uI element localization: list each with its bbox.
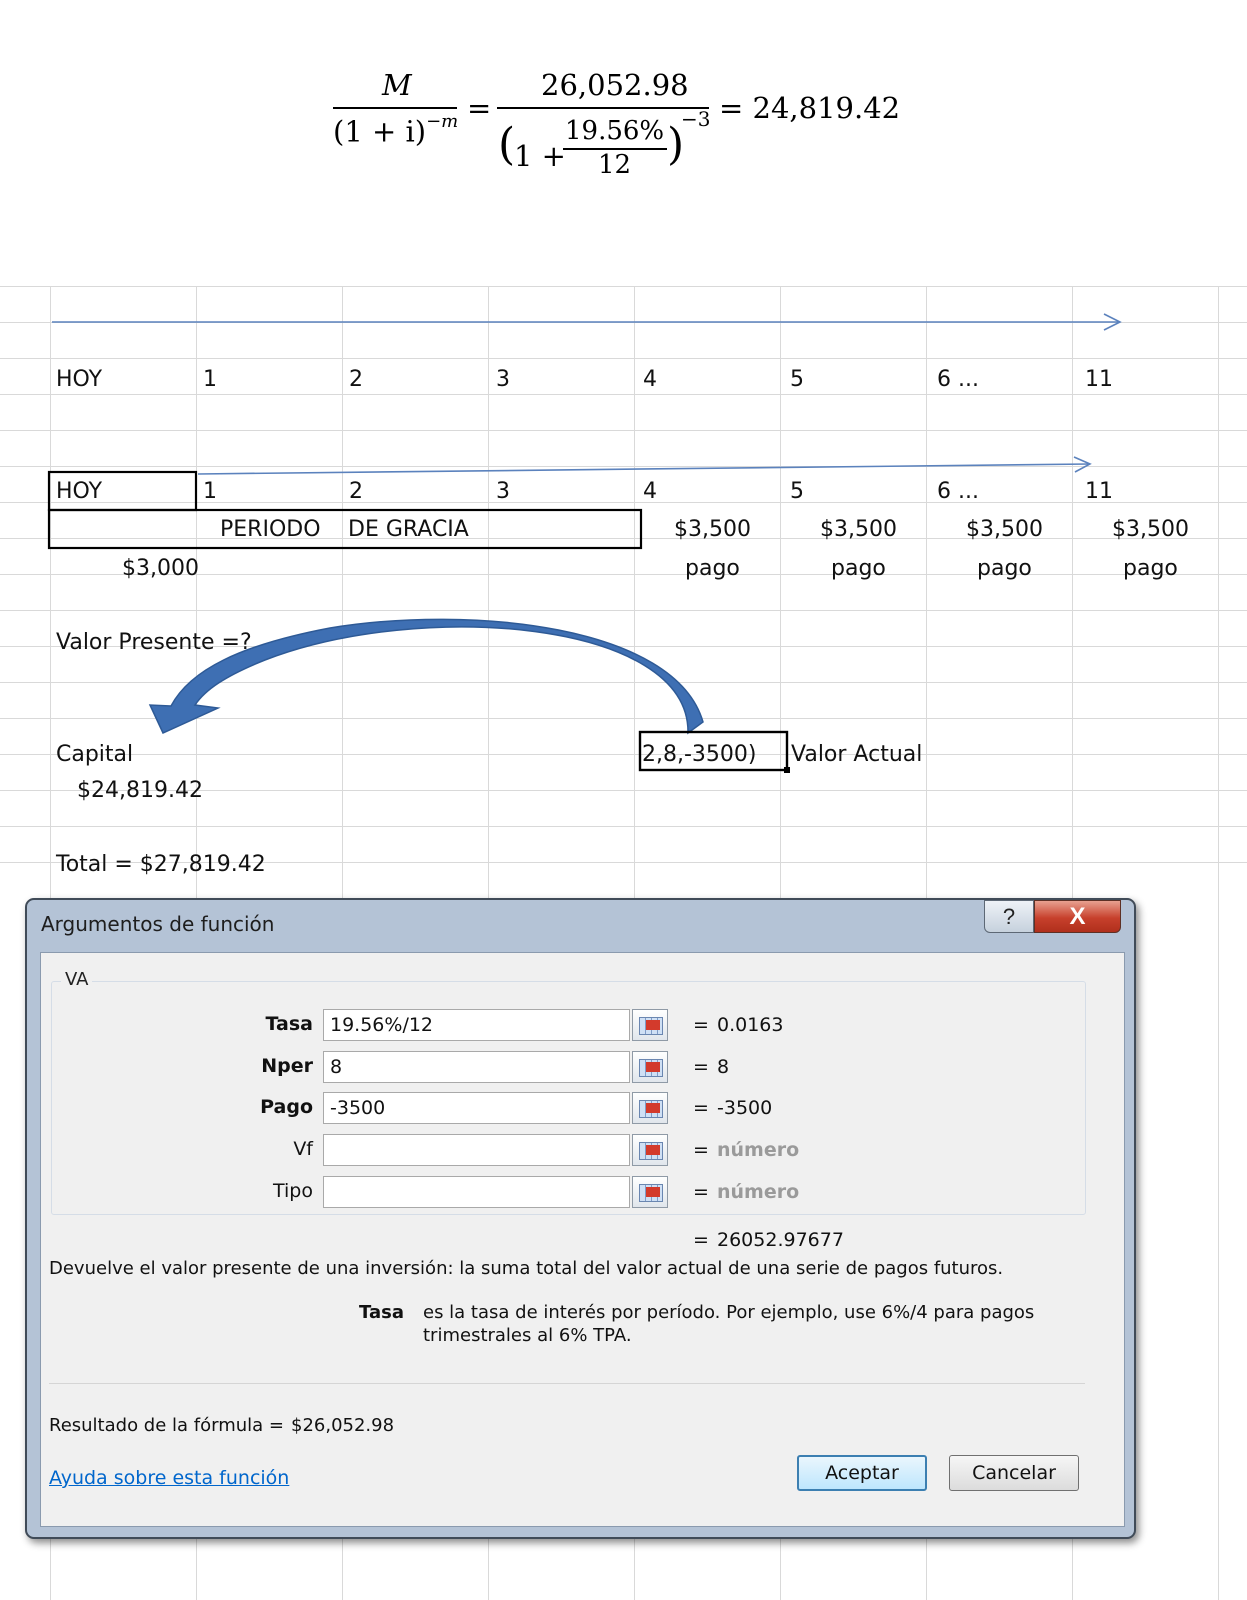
payment-label: pago <box>977 556 1032 581</box>
function-description: Devuelve el valor presente de una invers… <box>49 1258 1004 1279</box>
timeline1-label: 11 <box>1085 367 1113 392</box>
payment-label: pago <box>685 556 740 581</box>
help-icon: ? <box>1002 904 1016 929</box>
timeline1-label: 6 ... <box>937 367 979 392</box>
timeline1-label: HOY <box>56 367 103 392</box>
arg-label-tasa: Tasa <box>265 1013 313 1035</box>
dialog-title: Argumentos de función <box>41 912 275 936</box>
timeline1-label: 4 <box>643 367 657 392</box>
arg-result-nper: 8 <box>717 1056 730 1078</box>
timeline2-label: 11 <box>1085 479 1113 504</box>
arg-input-tasa[interactable]: 19.56%/12 <box>323 1009 630 1041</box>
collapse-dialog-button[interactable] <box>632 1134 668 1166</box>
timeline2-label: HOY <box>56 479 103 504</box>
arg-input-vf[interactable] <box>323 1134 630 1166</box>
ok-button[interactable]: Aceptar <box>797 1455 927 1491</box>
collapse-dialog-button[interactable] <box>632 1176 668 1208</box>
cancel-button[interactable]: Cancelar <box>949 1455 1079 1491</box>
arg-help-text: es la tasa de interés por período. Por e… <box>423 1302 1035 1323</box>
formula-result-value: $26,052.98 <box>291 1415 395 1436</box>
arg-label-vf: Vf <box>293 1138 313 1160</box>
timeline1-label: 2 <box>349 367 363 392</box>
arg-result-pago: -3500 <box>717 1097 773 1119</box>
timeline1-label: 1 <box>203 367 217 392</box>
payment-amount: $3,500 <box>674 517 751 542</box>
arg-input-nper[interactable]: 8 <box>323 1051 630 1083</box>
collapse-dialog-button[interactable] <box>632 1051 668 1083</box>
payment-amount: $3,500 <box>966 517 1043 542</box>
payment-label: pago <box>1123 556 1178 581</box>
collapse-dialog-button[interactable] <box>632 1009 668 1041</box>
grace-period-border <box>47 508 643 550</box>
capital-label: Capital <box>56 742 134 767</box>
close-button[interactable]: X <box>1034 900 1121 933</box>
valor-actual-label: Valor Actual <box>791 742 923 767</box>
timeline1-label: 5 <box>790 367 804 392</box>
dialog-body: VA Tasa 19.56%/12 = 0.0163 Nper 8 = 8 Pa… <box>40 952 1125 1527</box>
timeline2-label: 2 <box>349 479 363 504</box>
payment-amount: $3,500 <box>820 517 897 542</box>
timeline2-label: 3 <box>496 479 510 504</box>
collapse-dialog-button[interactable] <box>632 1092 668 1124</box>
equals-sign: = <box>693 1014 709 1036</box>
arg-result-vf: número <box>717 1139 800 1161</box>
timeline2-label: 4 <box>643 479 657 504</box>
close-icon: X <box>1069 903 1086 930</box>
payment-label: pago <box>831 556 886 581</box>
arg-result-tasa: 0.0163 <box>717 1014 784 1036</box>
timeline1-label: 3 <box>496 367 510 392</box>
valor-presente-label: Valor Presente =? <box>56 630 252 655</box>
divider <box>49 1383 1085 1384</box>
timeline2-label: 6 ... <box>937 479 979 504</box>
arg-input-pago[interactable]: -3500 <box>323 1092 630 1124</box>
timeline2-label: 5 <box>790 479 804 504</box>
equals-sign: = <box>693 1056 709 1078</box>
grace-period-label: PERIODO <box>220 517 321 542</box>
arg-label-nper: Nper <box>261 1055 313 1077</box>
equals-sign: = <box>693 1181 709 1203</box>
payment-amount: $3,500 <box>1112 517 1189 542</box>
function-name-label: VA <box>61 969 93 990</box>
capital-value: $24,819.42 <box>77 778 203 803</box>
formula-result-label: Resultado de la fórmula = <box>49 1415 284 1436</box>
arg-help-name: Tasa <box>359 1302 404 1323</box>
grace-period-label-2: DE GRACIA <box>348 517 469 542</box>
timeline-arrow-2[interactable] <box>197 456 1092 475</box>
help-link[interactable]: Ayuda sobre esta función <box>49 1467 289 1489</box>
arg-label-pago: Pago <box>260 1096 313 1118</box>
timeline-arrow-1[interactable] <box>52 313 1122 331</box>
help-button[interactable]: ? <box>984 900 1034 933</box>
function-result: 26052.97677 <box>717 1229 844 1251</box>
total-label: Total = $27,819.42 <box>56 852 266 877</box>
initial-amount: $3,000 <box>122 556 199 581</box>
function-arguments-dialog: Argumentos de función ? X VA Tasa 19.56%… <box>25 898 1136 1539</box>
formula-cell[interactable]: 2,8,-3500) <box>642 742 757 768</box>
arg-help-text-2: trimestrales al 6% TPA. <box>423 1325 632 1346</box>
equals-sign: = <box>693 1229 709 1251</box>
timeline2-label: 1 <box>203 479 217 504</box>
arg-input-tipo[interactable] <box>323 1176 630 1208</box>
arg-label-tipo: Tipo <box>273 1180 313 1202</box>
arg-result-tipo: número <box>717 1181 800 1203</box>
fill-handle[interactable] <box>784 767 790 773</box>
equals-sign: = <box>693 1139 709 1161</box>
equals-sign: = <box>693 1097 709 1119</box>
